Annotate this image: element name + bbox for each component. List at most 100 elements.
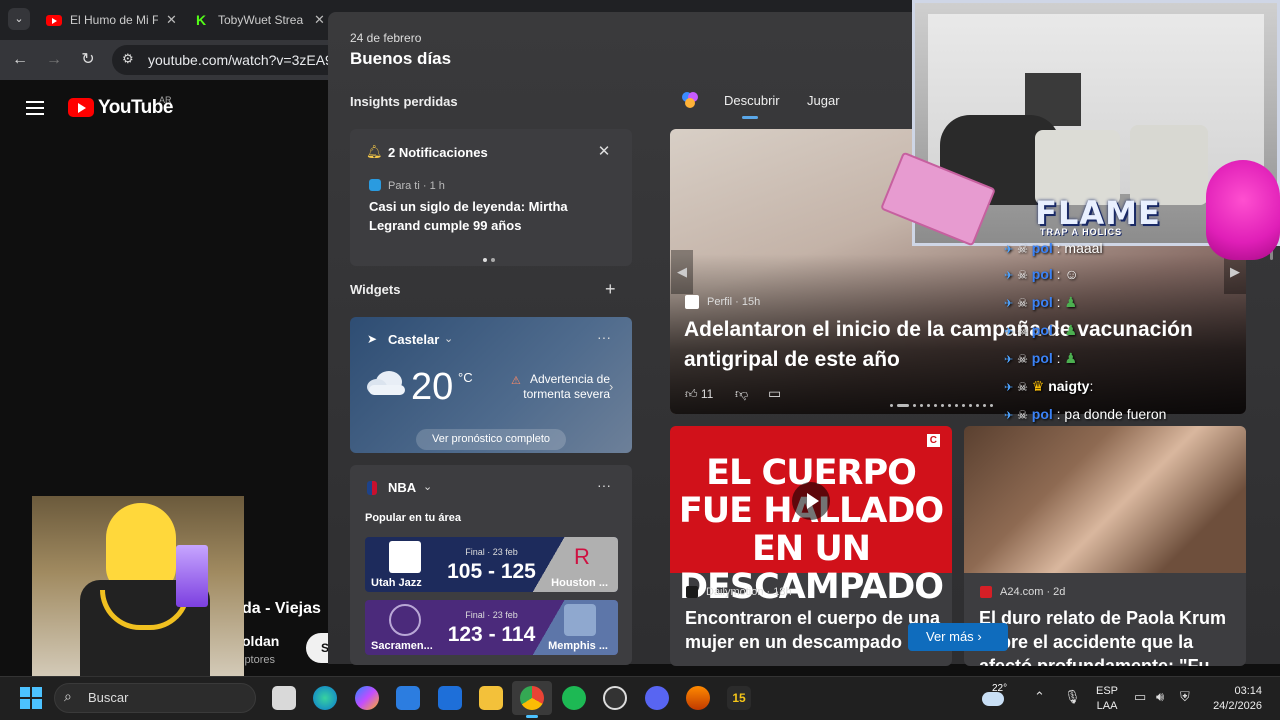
spotify-icon[interactable] <box>562 686 586 710</box>
channel-logo: C <box>926 434 940 447</box>
edge-icon[interactable] <box>313 686 337 710</box>
microphone-icon[interactable]: 🎙︎ <box>1064 689 1081 705</box>
chevron-down-icon[interactable]: ⌄ <box>423 480 432 493</box>
sword-badge-icon: ✈ <box>1004 410 1014 422</box>
copilot-taskbar-icon[interactable] <box>355 686 379 710</box>
see-more-button[interactable]: Ver más › <box>908 623 1008 651</box>
tab-search-button[interactable]: ⌄ <box>8 8 30 30</box>
outlook-icon[interactable] <box>438 686 462 710</box>
dislike-icon[interactable]: 👎︎ <box>735 386 748 402</box>
source-icon <box>369 179 381 191</box>
widgets-greeting: Buenos días <box>350 49 452 68</box>
forward-icon[interactable]: → <box>44 50 64 70</box>
game-row[interactable]: R Final · 23 feb 105 - 125 Utah Jazz Hou… <box>365 537 618 592</box>
clock[interactable]: 03:14 24/2/2026 <box>1204 684 1262 714</box>
chat-user: pol <box>1031 266 1053 282</box>
skull-badge-icon: ☠ <box>1017 296 1028 310</box>
skull-badge-icon: ☠ <box>1017 380 1028 394</box>
chat-user: pol <box>1031 240 1053 256</box>
news-thumbnail <box>964 426 1246 573</box>
display-icon[interactable]: ▭ <box>1134 689 1146 705</box>
clock-time: 03:14 <box>1234 685 1262 697</box>
game-row[interactable]: Final · 23 feb 123 - 114 Sacramen... Mem… <box>365 600 618 655</box>
away-team: Houston ... <box>551 577 608 589</box>
full-forecast-button[interactable]: Ver pronóstico completo <box>416 429 566 450</box>
language-indicator[interactable]: ESP LAA <box>1096 684 1118 714</box>
active-indicator <box>526 715 538 718</box>
weather-warning[interactable]: Advertencia de tormenta severa <box>520 372 610 402</box>
chevron-down-icon[interactable]: ⌄ <box>444 332 453 345</box>
search-placeholder[interactable]: Buscar <box>88 690 128 705</box>
comment-icon[interactable]: ▭ <box>768 385 781 402</box>
store-icon[interactable] <box>396 686 420 710</box>
reload-icon[interactable]: ↻ <box>78 50 98 70</box>
chat-text: : <box>1056 350 1061 366</box>
menu-icon[interactable] <box>26 101 44 115</box>
chat-text: : <box>1089 378 1094 394</box>
chat-user: pol <box>1031 294 1053 310</box>
channel-name[interactable]: oldan <box>242 633 279 649</box>
like-button[interactable]: 👍︎ 11 <box>685 387 713 402</box>
browser-tab-kick[interactable]: K TobyWuet Strea ✕ <box>190 8 331 32</box>
chrome-icon[interactable] <box>520 686 544 710</box>
notification-headline[interactable]: Casi un siglo de leyenda: Mirtha Legrand… <box>369 197 619 235</box>
subscriber-count: iptores <box>242 654 276 666</box>
youtube-icon <box>46 14 62 26</box>
fl-studio-icon[interactable] <box>686 686 710 710</box>
sword-badge-icon: ✈ <box>1004 354 1014 366</box>
pager-dots[interactable] <box>483 249 499 267</box>
nba-popular-label: Popular en tu área <box>365 512 461 524</box>
sword-badge-icon: ✈ <box>1004 326 1014 338</box>
taskbar-search-box[interactable] <box>54 683 256 713</box>
news-source: A24.com · 2d <box>1000 586 1066 598</box>
more-options-icon[interactable]: ··· <box>597 329 611 345</box>
discord-icon[interactable] <box>645 686 669 710</box>
chat-text: : <box>1056 266 1061 282</box>
chat-user: pol <box>1031 406 1053 422</box>
chat-message: ✈ ☠ ♛ naigty: <box>1004 378 1093 395</box>
active-tab-indicator <box>742 116 758 119</box>
skull-badge-icon: ☠ <box>1017 352 1028 366</box>
back-icon[interactable]: ← <box>10 50 30 70</box>
site-info-icon[interactable]: ⚙ <box>122 51 134 67</box>
nba-title[interactable]: NBA <box>388 480 416 495</box>
obs-icon[interactable] <box>603 686 627 710</box>
skull-badge-icon: ☠ <box>1017 408 1028 422</box>
emote-icon: ♟ <box>1064 294 1077 310</box>
add-widget-icon[interactable]: + <box>605 279 616 300</box>
close-icon[interactable]: ✕ <box>594 142 614 162</box>
copilot-icon[interactable] <box>681 91 699 109</box>
shield-icon[interactable]: ⛨ <box>1180 689 1190 705</box>
file-explorer-icon[interactable] <box>479 686 503 710</box>
close-tab-icon[interactable]: ✕ <box>166 12 177 28</box>
weather-tray-icon[interactable] <box>982 692 1004 706</box>
a24-icon <box>980 586 992 598</box>
buddha-sticker <box>1206 160 1280 260</box>
task-view-icon[interactable] <box>272 686 296 710</box>
hero-headline[interactable]: Adelantaron el inicio de la campaña de v… <box>684 315 1214 375</box>
tab-play[interactable]: Jugar <box>807 93 840 108</box>
close-tab-icon[interactable]: ✕ <box>314 12 325 28</box>
flame-logo-subtitle: TRAP A HOLICS <box>1040 227 1123 237</box>
home-team: Sacramen... <box>371 640 433 652</box>
carousel-dots[interactable] <box>890 394 997 412</box>
region-code: AR <box>159 95 172 105</box>
browser-tab-youtube[interactable]: El Humo de Mi F ✕ <box>40 8 183 32</box>
app-badge-icon[interactable]: 15 <box>727 686 751 710</box>
windows-start-icon[interactable] <box>20 687 42 709</box>
chat-text: : pa donde fueron <box>1056 406 1167 422</box>
chevron-right-icon[interactable]: › <box>609 379 613 394</box>
skull-badge-icon: ☠ <box>1017 242 1028 256</box>
chevron-up-icon[interactable]: ⌃ <box>1034 689 1045 705</box>
language-code: ESP <box>1096 685 1119 697</box>
volume-icon[interactable]: 🔊︎ <box>1156 689 1164 705</box>
youtube-logo-icon[interactable] <box>68 98 94 117</box>
play-icon[interactable] <box>792 482 830 520</box>
tab-discover[interactable]: Descubrir <box>724 93 780 108</box>
previous-icon[interactable]: ◀ <box>671 250 693 294</box>
url-text[interactable]: youtube.com/watch?v=3zEA9T <box>148 52 341 68</box>
weather-location[interactable]: Castelar <box>388 332 439 347</box>
chat-text: : <box>1056 322 1061 338</box>
more-options-icon[interactable]: ··· <box>597 477 611 493</box>
kick-icon: K <box>196 12 207 28</box>
